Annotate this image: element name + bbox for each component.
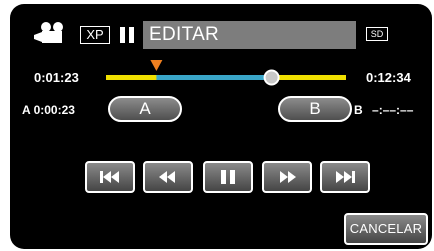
fast-forward-icon (280, 171, 296, 183)
set-a-button[interactable]: A (108, 96, 182, 122)
skip-back-button[interactable] (85, 161, 135, 193)
b-point-readout: B –:––:–– (354, 103, 413, 117)
timeline-bar[interactable] (10, 56, 432, 96)
skip-back-icon (100, 171, 119, 183)
pause-status-icon (120, 27, 136, 43)
a-point-marker (150, 60, 163, 71)
pause-icon (221, 170, 235, 184)
set-b-button[interactable]: B (278, 96, 352, 122)
a-point-readout: A 0:00:23 (22, 103, 75, 117)
fast-forward-button[interactable] (262, 161, 312, 193)
a-point-prefix: A (22, 103, 31, 117)
skip-forward-button[interactable] (320, 161, 370, 193)
b-point-time: –:––:–– (372, 103, 414, 117)
rewind-button[interactable] (143, 161, 193, 193)
screen-title: EDITAR (143, 21, 356, 49)
pause-button[interactable] (203, 161, 253, 193)
rewind-icon (159, 171, 175, 183)
skip-forward-icon (336, 171, 355, 183)
edit-screen: XP EDITAR SD 0:01:23 0:12:34 A 0:00:23 A… (10, 4, 432, 249)
video-camera-icon (34, 22, 63, 43)
a-point-time: 0:00:23 (33, 103, 75, 117)
b-point-prefix: B (354, 103, 363, 117)
sd-card-badge: SD (366, 27, 388, 41)
timeline-selection (156, 75, 272, 80)
playhead-handle[interactable] (263, 69, 280, 86)
quality-mode-badge: XP (80, 26, 110, 44)
cancel-button[interactable]: CANCELAR (344, 213, 428, 245)
